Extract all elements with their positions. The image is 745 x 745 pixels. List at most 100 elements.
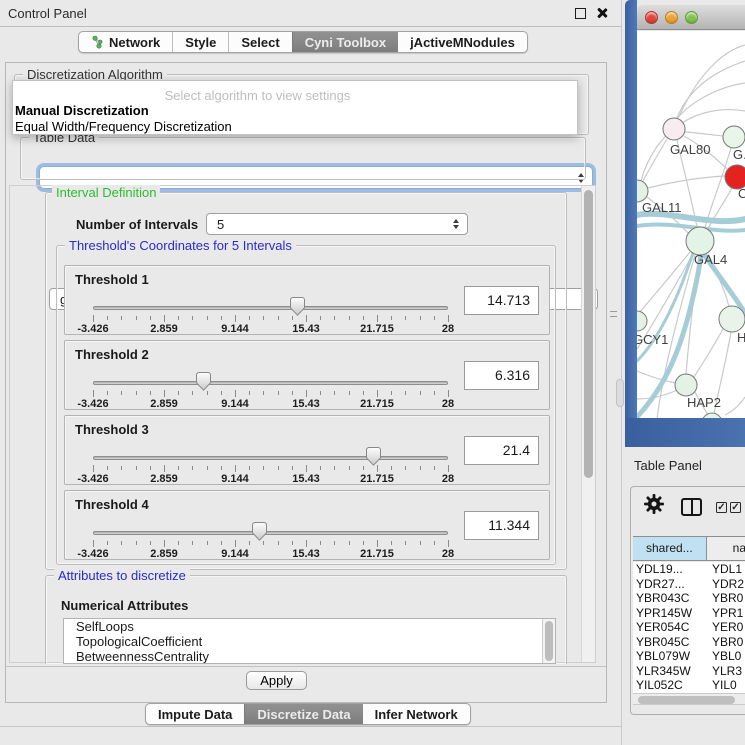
float-window-icon[interactable] [575,8,586,19]
network-node-node-h[interactable] [719,306,745,332]
table-row[interactable]: YDL19...YDL1 [633,562,745,577]
slider-tick [448,315,449,322]
divider [6,666,606,667]
slider-track[interactable] [93,531,448,535]
slider-tick [107,541,108,545]
apply-button[interactable]: Apply [246,671,307,690]
dropdown-item-manual-discretization[interactable]: Manual Discretization [15,103,149,118]
threshold-panel-2: Threshold 2-3.4262.8599.14415.4321.71528… [64,340,550,410]
panel-divider-grip[interactable] [610,311,617,317]
network-window-frame [625,0,637,447]
slider-tick [377,465,378,472]
table-panel-title: Table Panel [634,458,702,473]
column-header-name[interactable]: na [707,537,745,560]
table-row[interactable]: YER054CYER0 [633,620,745,635]
network-node-gal80[interactable] [663,118,685,140]
zoom-window-icon[interactable] [685,11,698,24]
threshold-value-field[interactable]: 21.4 [464,436,539,465]
tab-discretize-data[interactable]: Discretize Data [244,704,362,724]
list-scrollbar[interactable] [542,619,555,663]
table-row[interactable]: YIL052CYIL0 [633,678,745,693]
table-row[interactable]: YDR27...YDR2 [633,577,745,592]
network-node-node-bottom[interactable] [702,413,722,418]
network-node-gcy1[interactable] [637,311,647,331]
slider-track[interactable] [93,306,448,310]
slider-tick [420,391,421,395]
slider-tick [391,541,392,545]
slider-thumb[interactable] [196,372,211,391]
screenshot-root: Control Panel NetworkStyleSelectCyni Too… [0,0,745,745]
slider-tick [235,390,236,397]
table-row[interactable]: YBR043CYBR0 [633,591,745,606]
slider-track[interactable] [93,381,448,385]
tab-select[interactable]: Select [228,32,291,52]
split-columns-icon[interactable] [681,498,702,516]
close-window-icon[interactable] [645,11,658,24]
threshold-slider[interactable]: -3.4262.8599.14415.4321.71528 [93,491,448,561]
tab-style[interactable]: Style [172,32,228,52]
attribute-item-selfloops[interactable]: SelfLoops [64,619,555,634]
network-view-canvas[interactable]: GAL80G.GAL11CGAL4GCY1HHAP2 [637,31,745,418]
close-panel-icon[interactable] [596,7,608,19]
threshold-slider[interactable]: -3.4262.8599.14415.4321.71528 [93,416,448,486]
tab-impute-data[interactable]: Impute Data [146,704,244,724]
slider-scale-label: 2.859 [150,323,178,335]
network-node-hap2[interactable] [675,374,697,396]
horizontal-scrollbar[interactable] [633,693,745,705]
table-row[interactable]: YPR145WYPR1 [633,606,745,621]
tab-label: Infer Network [375,707,458,722]
checkbox-icon[interactable]: ✓ [716,502,727,513]
dropdown-item-equal-width-frequency-discretization[interactable]: Equal Width/Frequency Discretization [15,119,232,134]
cell-shared-name: YER054C [633,620,707,635]
network-window-titlebar[interactable] [637,5,745,30]
slider-scale-label: 9.144 [221,323,249,335]
tab-jactivemnodules[interactable]: jActiveMNodules [398,32,527,52]
attribute-item-betweennesscentrality[interactable]: BetweennessCentrality [64,649,555,664]
column-header-shared[interactable]: shared... [633,537,707,560]
slider-tick [391,316,392,320]
divider [0,726,622,727]
threshold-value-field[interactable]: 11.344 [464,511,539,540]
slider-tick [263,541,264,545]
slider-tick [121,541,122,545]
slider-tick [420,541,421,545]
slider-tick [349,466,350,470]
gear-icon[interactable] [644,494,664,514]
check-icon: ✓ [731,502,739,513]
cell-name: YDL1 [707,562,745,577]
slider-thumb[interactable] [252,522,267,541]
minimize-window-icon[interactable] [665,11,678,24]
number-of-intervals-select[interactable]: 5 [206,213,468,235]
network-edge [679,45,745,117]
table-row[interactable]: YBR045CYBR0 [633,635,745,650]
threshold-slider[interactable]: -3.4262.8599.14415.4321.71528 [93,266,448,336]
threshold-value-field[interactable]: 6.316 [464,361,539,390]
threshold-value-field[interactable]: 14.713 [464,286,539,315]
slider-track[interactable] [93,456,448,460]
slider-scale-label: 15.43 [292,323,320,335]
slider-tick [334,466,335,470]
slider-tick [164,315,165,322]
network-node-gal11[interactable] [637,180,648,202]
slider-tick [448,390,449,397]
tab-infer-network[interactable]: Infer Network [363,704,470,724]
table-row[interactable]: YLR345WYLR3 [633,664,745,679]
network-node-node-g[interactable] [723,126,745,148]
network-icon [91,35,104,49]
slider-thumb[interactable] [366,447,381,466]
scrollbar-thumb[interactable] [638,696,735,704]
tab-network[interactable]: Network [79,32,172,52]
scrollbar-thumb[interactable] [545,621,553,661]
attribute-item-topologicalcoefficient[interactable]: TopologicalCoefficient [64,634,555,649]
tab-cyni-toolbox[interactable]: Cyni Toolbox [292,32,398,52]
vertical-scrollbar[interactable] [581,186,595,662]
table-header-row: shared... na [633,536,745,561]
network-node-gal4[interactable] [686,227,714,255]
table-row[interactable]: YBL079WYBL0 [633,649,745,664]
checkbox-icon[interactable]: ✓ [730,502,741,513]
slider-thumb[interactable] [290,297,305,316]
scrollbar-thumb[interactable] [584,190,593,478]
panel-divider-handle[interactable] [616,379,624,407]
slider-tick [320,541,321,545]
threshold-slider[interactable]: -3.4262.8599.14415.4321.71528 [93,341,448,411]
